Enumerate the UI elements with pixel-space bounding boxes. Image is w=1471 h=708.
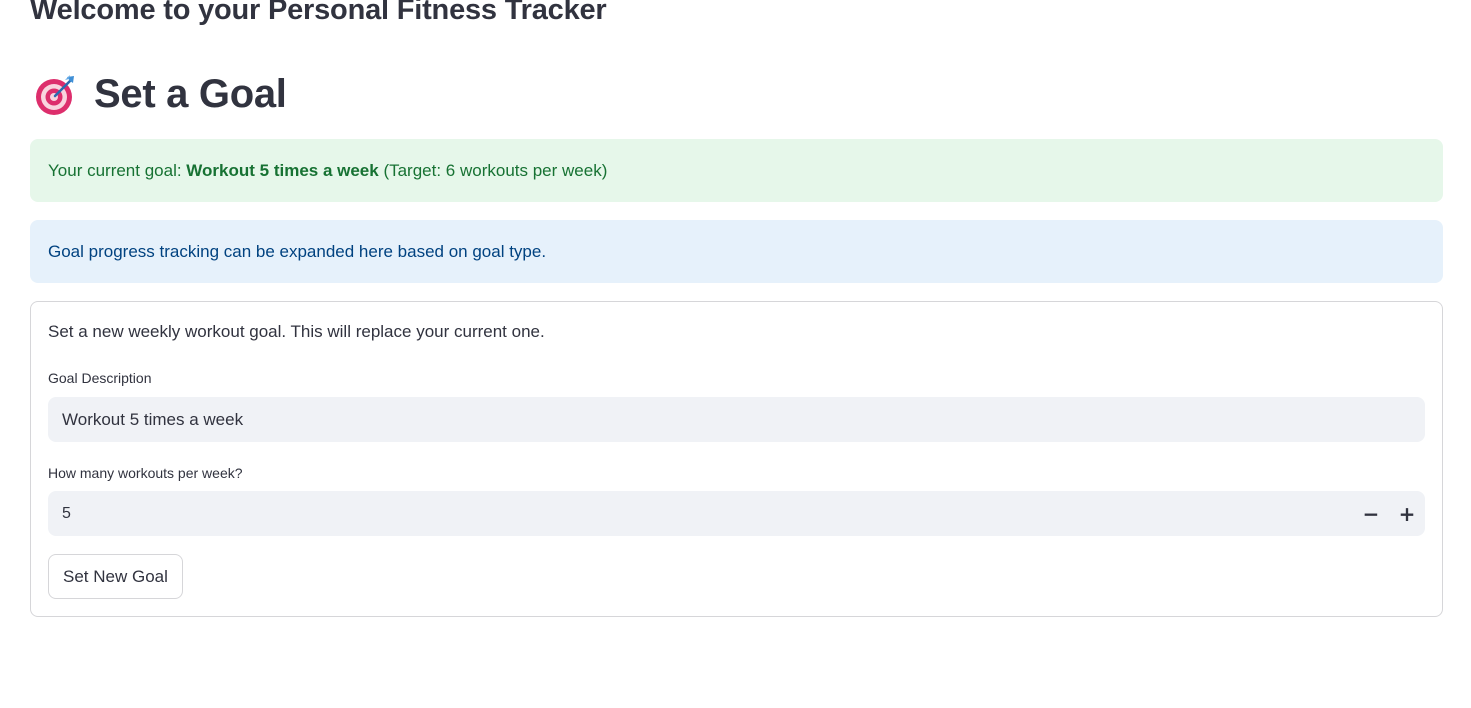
workouts-per-week-label: How many workouts per week? xyxy=(48,465,243,481)
decrement-button[interactable]: − xyxy=(1353,491,1389,536)
goal-section-header: Set a Goal xyxy=(34,72,287,117)
info-alert: Goal progress tracking can be expanded h… xyxy=(30,220,1443,283)
target-icon xyxy=(36,74,74,115)
workouts-per-week-stepper: − + xyxy=(48,491,1425,536)
current-goal-alert: Your current goal: Workout 5 times a wee… xyxy=(30,139,1443,202)
goal-description-label: Goal Description xyxy=(48,370,152,386)
app-title: Welcome to your Personal Fitness Tracker xyxy=(30,0,607,26)
info-alert-text: Goal progress tracking can be expanded h… xyxy=(48,241,547,261)
form-intro: Set a new weekly workout goal. This will… xyxy=(48,322,545,341)
page: Welcome to your Personal Fitness Tracker… xyxy=(0,0,1471,708)
increment-button[interactable]: + xyxy=(1389,491,1425,536)
goal-form: Set a new weekly workout goal. This will… xyxy=(30,301,1443,617)
current-goal-text: Workout 5 times a week xyxy=(186,160,379,180)
workouts-per-week-input[interactable] xyxy=(48,491,1353,536)
current-goal-prefix: Your current goal: xyxy=(48,160,187,180)
current-goal-suffix: (Target: 6 workouts per week) xyxy=(378,160,608,180)
set-new-goal-button[interactable]: Set New Goal xyxy=(48,554,183,599)
section-title: Set a Goal xyxy=(94,72,287,116)
goal-description-input[interactable] xyxy=(48,397,1425,442)
